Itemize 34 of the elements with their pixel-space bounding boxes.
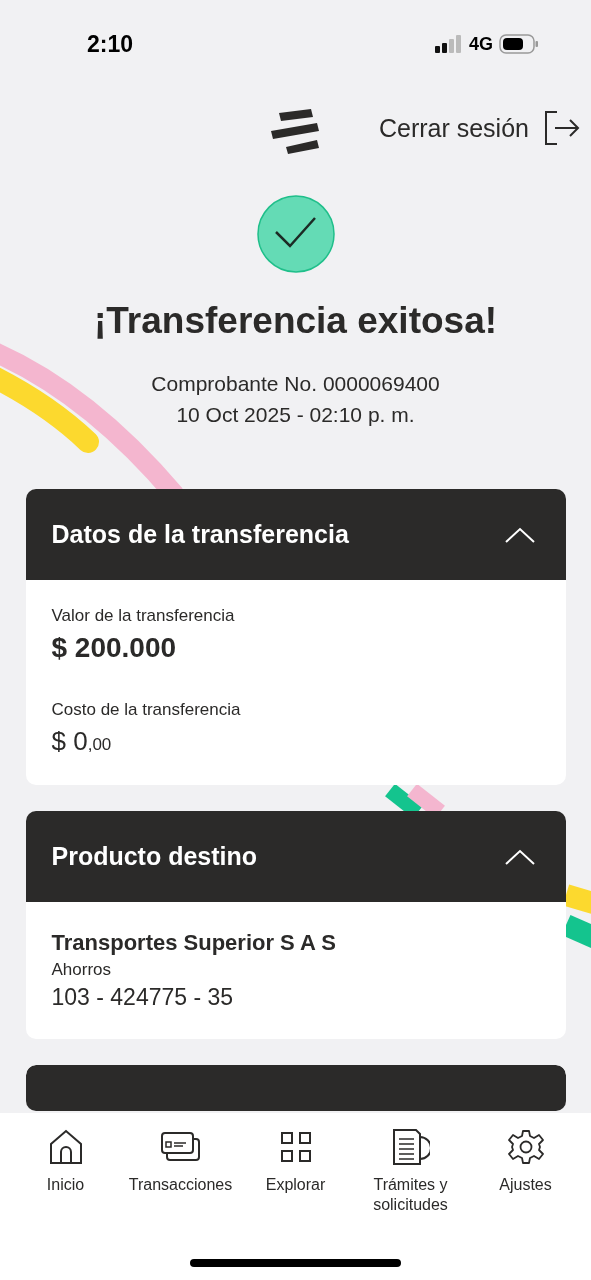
- settings-icon: [507, 1129, 544, 1165]
- chevron-icon: [503, 847, 536, 866]
- success-title: ¡Transferencia exitosa!: [93, 300, 498, 342]
- signal-icon: [435, 35, 463, 53]
- section-header[interactable]: Producto destino: [25, 811, 566, 902]
- chevron-icon: [503, 525, 536, 544]
- document-icon: [391, 1129, 430, 1165]
- account-holder: Transportes Superior S A S: [51, 930, 337, 956]
- account-number: 103 - 424775 - 35: [51, 984, 235, 1011]
- success-check-icon: [255, 194, 336, 274]
- section-header[interactable]: Datos de la transferencia: [25, 489, 566, 580]
- nav-item[interactable]: Trámites y solicitudes: [354, 1129, 467, 1239]
- section-header[interactable]: [25, 1065, 566, 1111]
- receipt-datetime: 10 Oct 2025 - 02:10 p. m.: [176, 402, 415, 428]
- field-label: Valor de la transferencia: [51, 606, 236, 626]
- battery-icon: [499, 34, 539, 54]
- home-icon: [48, 1129, 83, 1165]
- logout-button[interactable]: Cerrar sesión: [378, 110, 581, 146]
- status-time: 2:10: [87, 30, 134, 58]
- receipt-number: Comprobante No. 0000069400: [151, 371, 440, 397]
- network-label: 4G: [469, 33, 493, 55]
- nav-item[interactable]: Explorar: [239, 1129, 352, 1239]
- nav-item[interactable]: Inicio: [9, 1129, 122, 1239]
- amount-value: $ 200.000: [51, 632, 178, 664]
- grid-icon: [280, 1129, 311, 1165]
- nav-item[interactable]: Transacciones: [124, 1129, 237, 1239]
- amount-value: $ 0,00: [51, 726, 113, 757]
- nav-item[interactable]: Ajustes: [469, 1129, 582, 1239]
- field-label: Costo de la transferencia: [51, 700, 242, 720]
- section-title: Datos de la transferencia: [51, 520, 349, 549]
- logo-icon: [269, 107, 322, 155]
- logout-icon: [543, 110, 581, 146]
- account-type: Ahorros: [51, 960, 113, 980]
- section-title: Producto destino: [51, 842, 258, 871]
